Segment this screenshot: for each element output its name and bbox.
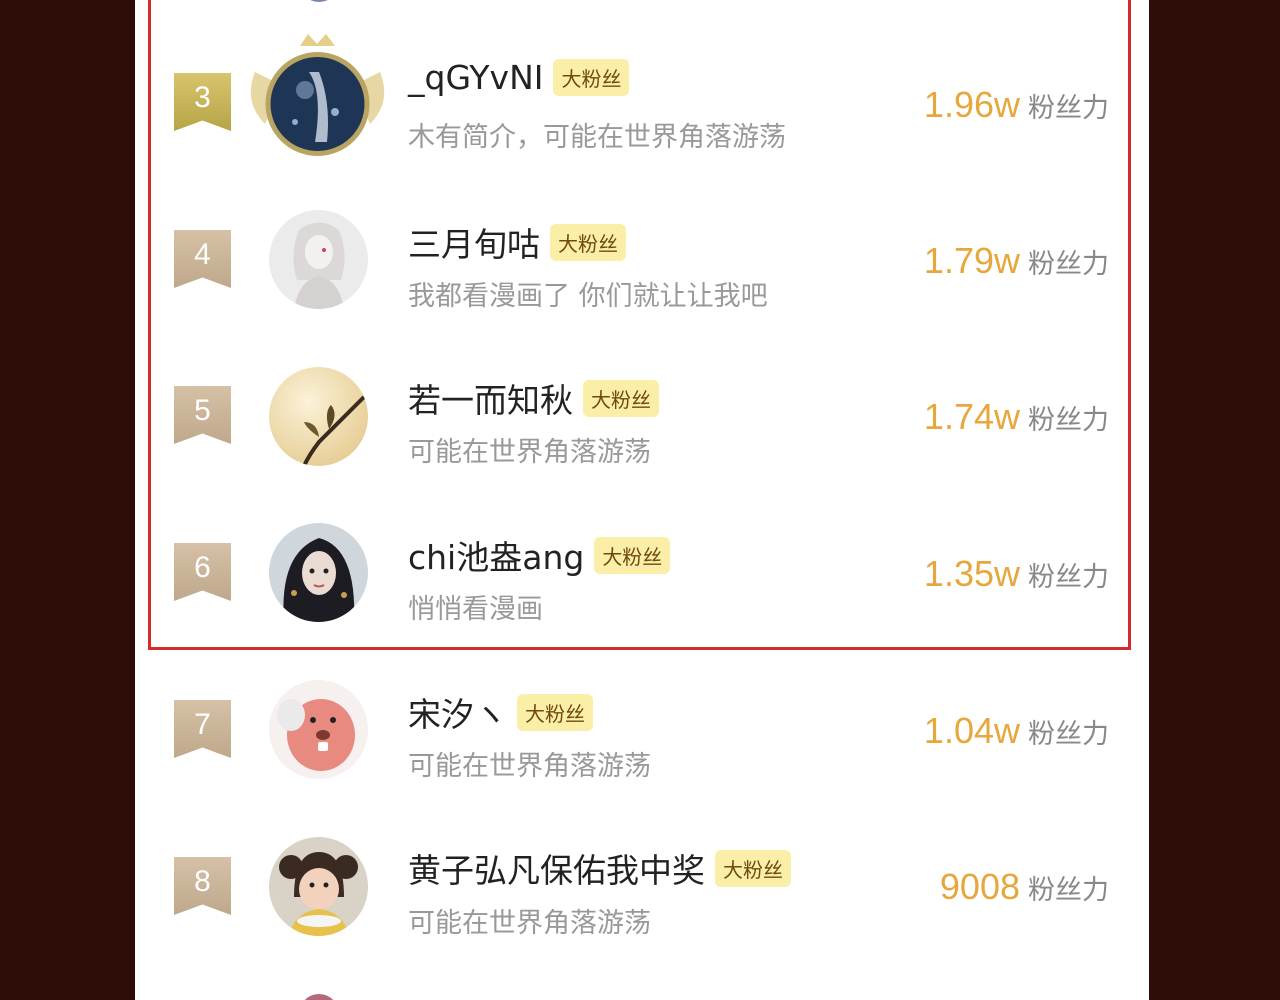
fan-score: 1.04w 粉丝力 (924, 710, 1109, 752)
rank-badge: 8 (174, 857, 231, 915)
fan-score: 1.35w 粉丝力 (924, 553, 1109, 595)
user-name-line: 黄子弘凡保佑我中奖 大粉丝 (408, 844, 791, 892)
avatar-partial-bottom (299, 994, 339, 1000)
big-fan-badge: 大粉丝 (550, 223, 626, 261)
user-bio: 可能在世界角落游荡 (408, 908, 651, 939)
fan-ranking-panel: 3 _qGYvNI 大粉丝 木有简介，可能在世界角落游荡 1.96w 粉丝力 4… (135, 0, 1149, 1000)
user-bio: 可能在世界角落游荡 (408, 751, 651, 782)
list-item[interactable]: 3 _qGYvNI 大粉丝 木有简介，可能在世界角落游荡 1.96w 粉丝力 (135, 28, 1149, 184)
user-name-line: _qGYvNI 大粉丝 (408, 58, 630, 97)
big-fan-badge: 大粉丝 (517, 693, 593, 731)
score-unit: 粉丝力 (1028, 93, 1109, 124)
score-unit: 粉丝力 (1028, 405, 1109, 436)
fan-score: 1.79w 粉丝力 (924, 240, 1109, 282)
avatar-crown-icon[interactable] (245, 32, 390, 162)
avatar-branch-icon[interactable] (269, 367, 368, 466)
score-unit: 粉丝力 (1028, 249, 1109, 280)
user-name[interactable]: 若一而知秋 (408, 374, 573, 422)
score-unit: 粉丝力 (1028, 719, 1109, 750)
list-item[interactable]: 4 三月旬咕 大粉丝 我都看漫画了 你们就让让我吧 1.79w 粉丝力 (135, 184, 1149, 340)
score-value: 1.04w (923, 710, 1020, 751)
rank-number: 6 (194, 551, 211, 584)
avatar-beaver-icon[interactable] (269, 680, 368, 779)
rank-number: 4 (194, 238, 211, 271)
user-bio: 悄悄看漫画 (408, 594, 543, 625)
user-name-line: 三月旬咕 大粉丝 (408, 218, 626, 266)
list-item[interactable]: 6 chi池盎ang 大粉丝 悄悄看漫画 1.35w 粉丝力 (135, 497, 1149, 653)
avatar-child-icon[interactable] (269, 837, 368, 936)
user-name[interactable]: 黄子弘凡保佑我中奖 (408, 844, 705, 892)
score-value: 1.79w (923, 240, 1020, 281)
avatar-sketch-icon[interactable] (269, 210, 368, 309)
user-name[interactable]: chi池盎ang (408, 531, 584, 579)
avatar-partial-top (299, 0, 339, 2)
rank-badge: 7 (174, 700, 231, 758)
score-value: 9008 (939, 866, 1020, 907)
big-fan-badge: 大粉丝 (553, 59, 630, 96)
avatar-girl-icon[interactable] (269, 523, 368, 622)
score-value: 1.74w (923, 396, 1020, 437)
big-fan-badge: 大粉丝 (715, 849, 791, 887)
big-fan-badge: 大粉丝 (594, 536, 671, 574)
list-item[interactable]: 5 若一而知秋 大粉丝 可能在世界角落游荡 1.74w 粉丝力 (135, 340, 1149, 496)
fan-score: 1.74w 粉丝力 (924, 396, 1109, 438)
user-name-line: 若一而知秋 大粉丝 (408, 374, 659, 422)
score-unit: 粉丝力 (1028, 875, 1109, 906)
user-name[interactable]: 三月旬咕 (408, 218, 540, 266)
big-fan-badge: 大粉丝 (583, 379, 659, 417)
rank-badge: 3 (174, 73, 231, 131)
rank-badge: 6 (174, 543, 231, 601)
rank-badge: 5 (174, 386, 231, 444)
list-item[interactable]: 7 宋汐ヽ 大粉丝 可能在世界角落游荡 1.04w 粉丝力 (135, 654, 1149, 810)
score-value: 1.35w (923, 553, 1020, 594)
fan-score: 9008 粉丝力 (940, 866, 1109, 908)
fan-score: 1.96w 粉丝力 (924, 84, 1109, 126)
user-name-line: chi池盎ang 大粉丝 (408, 531, 671, 579)
rank-badge: 4 (174, 230, 231, 288)
rank-number: 3 (194, 81, 211, 114)
score-unit: 粉丝力 (1028, 562, 1109, 593)
user-name[interactable]: 宋汐ヽ (408, 688, 507, 736)
user-name-line: 宋汐ヽ 大粉丝 (408, 688, 593, 736)
user-name[interactable]: _qGYvNI (408, 58, 543, 97)
rank-number: 5 (194, 394, 211, 427)
user-bio: 木有简介，可能在世界角落游荡 (408, 122, 786, 153)
user-bio: 我都看漫画了 你们就让让我吧 (408, 281, 768, 312)
score-value: 1.96w (923, 84, 1020, 125)
rank-number: 8 (194, 865, 211, 898)
user-bio: 可能在世界角落游荡 (408, 437, 651, 468)
rank-number: 7 (194, 708, 211, 741)
list-item[interactable]: 8 黄子弘凡保佑我中奖 大粉丝 可能在世界角落游荡 9008 粉丝力 (135, 810, 1149, 966)
